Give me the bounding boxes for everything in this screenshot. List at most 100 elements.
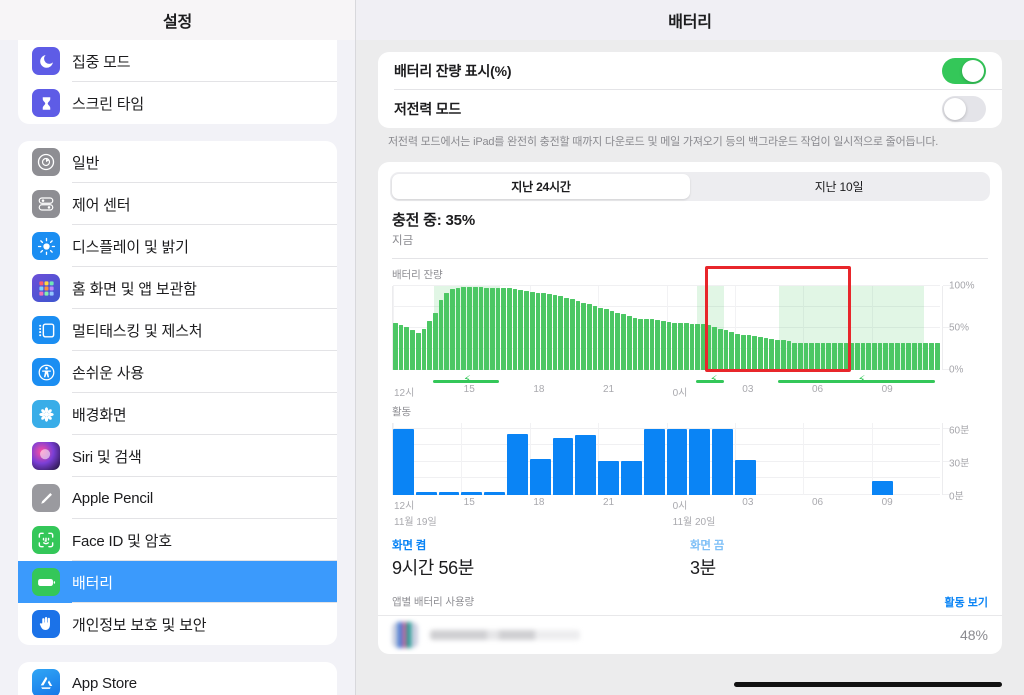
sidebar-item-apple-pencil[interactable]: Apple Pencil <box>18 477 337 519</box>
battery-bar <box>872 342 877 370</box>
battery-percentage-label: 배터리 잔량 표시(%) <box>394 63 512 79</box>
screen-on-column: 화면 켬 9시간 56분 <box>392 537 690 580</box>
x-tick-label: 0시 <box>672 387 688 399</box>
sidebar-item-손쉬운-사용[interactable]: 손쉬운 사용 <box>18 351 337 393</box>
battery-bar <box>569 299 575 370</box>
sidebar-item-멀티태스킹-및-제스처[interactable]: 멀티태스킹 및 제스처 <box>18 309 337 351</box>
battery-bar <box>700 324 706 370</box>
battery-bar <box>393 322 398 370</box>
battery-bar <box>541 293 546 370</box>
activity-plot[interactable] <box>392 422 940 495</box>
battery-bar <box>803 342 809 370</box>
app-usage-header: 앱별 배터리 사용량 활동 보기 <box>378 588 1002 615</box>
sidebar-item-label: 손쉬운 사용 <box>72 364 144 382</box>
x-tick-label: 15 <box>463 496 475 508</box>
battery-bar <box>655 320 661 370</box>
battery-bar <box>883 342 889 370</box>
settings-sidebar: 설정 집중 모드 스크린 타임 일반 제어 센터 디스플레이 및 밝기 홈 화면 및 앱 … <box>0 0 356 695</box>
battery-bar <box>575 300 581 370</box>
sidebar-group: 일반 제어 센터디스플레이 및 밝기홈 화면 및 앱 보관함 멀티태스킹 및 제스처… <box>18 141 337 645</box>
activity-bar <box>529 458 551 495</box>
low-power-mode-toggle[interactable] <box>942 96 986 122</box>
battery-bar <box>661 321 666 370</box>
sidebar-scroll-area[interactable]: 집중 모드스크린 타임일반 제어 센터디스플레이 및 밝기홈 화면 및 앱 보관함… <box>0 40 355 695</box>
tab-last-24-hours[interactable]: 지난 24시간 <box>392 173 690 199</box>
battery-bar <box>923 342 929 370</box>
sidebar-item-siri-및-검색[interactable]: Siri 및 검색 <box>18 435 337 477</box>
battery-level-chart-row: 0% 50% 100% <box>392 280 988 375</box>
battery-usage-card: 지난 24시간 지난 10일 충전 중: 35% 지금 배터리 잔량 0% 50%… <box>378 161 1002 654</box>
battery-bar <box>552 295 558 370</box>
x-tick-label: 12시 <box>394 500 415 512</box>
charge-status-title: 충전 중: 35% <box>392 211 475 229</box>
battery-bar <box>894 342 900 370</box>
y-tick-label: 30분 <box>949 458 970 470</box>
battery-bar <box>467 286 472 370</box>
app-usage-row[interactable]: 48% <box>378 614 1002 654</box>
battery-bar <box>672 322 678 370</box>
sidebar-item-label: Siri 및 검색 <box>72 448 142 466</box>
battery-bar <box>820 342 826 370</box>
battery-bar <box>786 341 792 370</box>
battery-bar <box>609 311 615 370</box>
battery-bar <box>535 292 541 370</box>
sidebar-item-label: Apple Pencil <box>72 489 153 507</box>
activity-chart-row: 0분 30분 60분 <box>392 422 988 502</box>
hourglass-icon <box>32 89 60 117</box>
show-activity-link[interactable]: 활동 보기 <box>944 594 988 610</box>
x-tick-label: 12시 <box>394 387 415 399</box>
battery-bar <box>683 322 689 370</box>
charge-status-subtitle: 지금 <box>392 234 414 247</box>
activity-bar <box>689 428 711 495</box>
activity-bar <box>871 480 893 495</box>
wallpaper-icon <box>32 400 60 428</box>
battery-bar <box>854 342 860 370</box>
battery-bar <box>461 286 467 370</box>
sidebar-item-집중-모드[interactable]: 집중 모드 <box>18 40 337 82</box>
app-name-redacted <box>430 629 580 640</box>
sidebar-item-배터리[interactable]: 배터리 <box>18 561 337 603</box>
activity-bar <box>575 435 597 495</box>
battery-bar <box>455 287 461 370</box>
battery-bar <box>769 338 775 370</box>
tab-last-10-days[interactable]: 지난 10일 <box>690 174 988 199</box>
battery-bar <box>712 327 718 370</box>
y-tick-label: 0% <box>949 364 964 376</box>
activity-x-axis: 12시 15 18 21 0시 03 06 09 11월 19일 11월 20일 <box>392 495 988 528</box>
battery-bar <box>643 319 649 370</box>
y-tick-label: 50% <box>949 322 970 334</box>
sidebar-item-일반[interactable]: 일반 <box>18 141 337 183</box>
battery-bar <box>546 294 552 370</box>
battery-bar <box>415 332 421 370</box>
sidebar-item-face-id-및-암호[interactable]: Face ID 및 암호 <box>18 519 337 561</box>
sidebar-item-디스플레이-및-밝기[interactable]: 디스플레이 및 밝기 <box>18 225 337 267</box>
battery-level-chart-section: 배터리 잔량 0% 50% 100% ⚡ ⚡ ⚡ 12시 15 18 21 0시 03 06 09 <box>378 259 1002 399</box>
battery-bar <box>843 342 849 370</box>
accessibility-icon <box>32 358 60 386</box>
battery-bar <box>529 291 535 370</box>
sidebar-item-개인정보-보호-및-보안[interactable]: 개인정보 보호 및 보안 <box>18 603 337 645</box>
sidebar-item-label: 디스플레이 및 밝기 <box>72 238 189 256</box>
time-range-segmented-control[interactable]: 지난 24시간 지난 10일 <box>390 171 990 201</box>
low-power-mode-row[interactable]: 저전력 모드 <box>378 90 1002 128</box>
battery-bar <box>929 342 934 370</box>
sidebar-item-배경화면[interactable]: 배경화면 <box>18 393 337 435</box>
sidebar-item-label: 배터리 <box>72 574 113 592</box>
battery-level-plot[interactable] <box>392 284 940 370</box>
sidebar-item-제어-센터[interactable]: 제어 센터 <box>18 183 337 225</box>
battery-bar <box>478 286 484 370</box>
x-tick-label: 0시 <box>672 500 688 512</box>
activity-bars <box>393 423 940 495</box>
battery-icon <box>32 568 60 596</box>
sidebar-item-app-store[interactable]: App Store <box>18 662 337 695</box>
brightness-icon <box>32 232 60 260</box>
sidebar-item-label: Face ID 및 암호 <box>72 532 172 550</box>
sidebar-item-label: 스크린 타임 <box>72 95 144 113</box>
battery-percentage-toggle[interactable] <box>942 58 986 84</box>
battery-bar <box>666 321 672 370</box>
battery-percentage-row[interactable]: 배터리 잔량 표시(%) <box>378 52 1002 90</box>
sidebar-item-홈-화면-및-앱-보관함[interactable]: 홈 화면 및 앱 보관함 <box>18 267 337 309</box>
sidebar-item-스크린-타임[interactable]: 스크린 타임 <box>18 82 337 124</box>
low-power-mode-label: 저전력 모드 <box>394 101 462 117</box>
battery-bar <box>438 300 444 370</box>
